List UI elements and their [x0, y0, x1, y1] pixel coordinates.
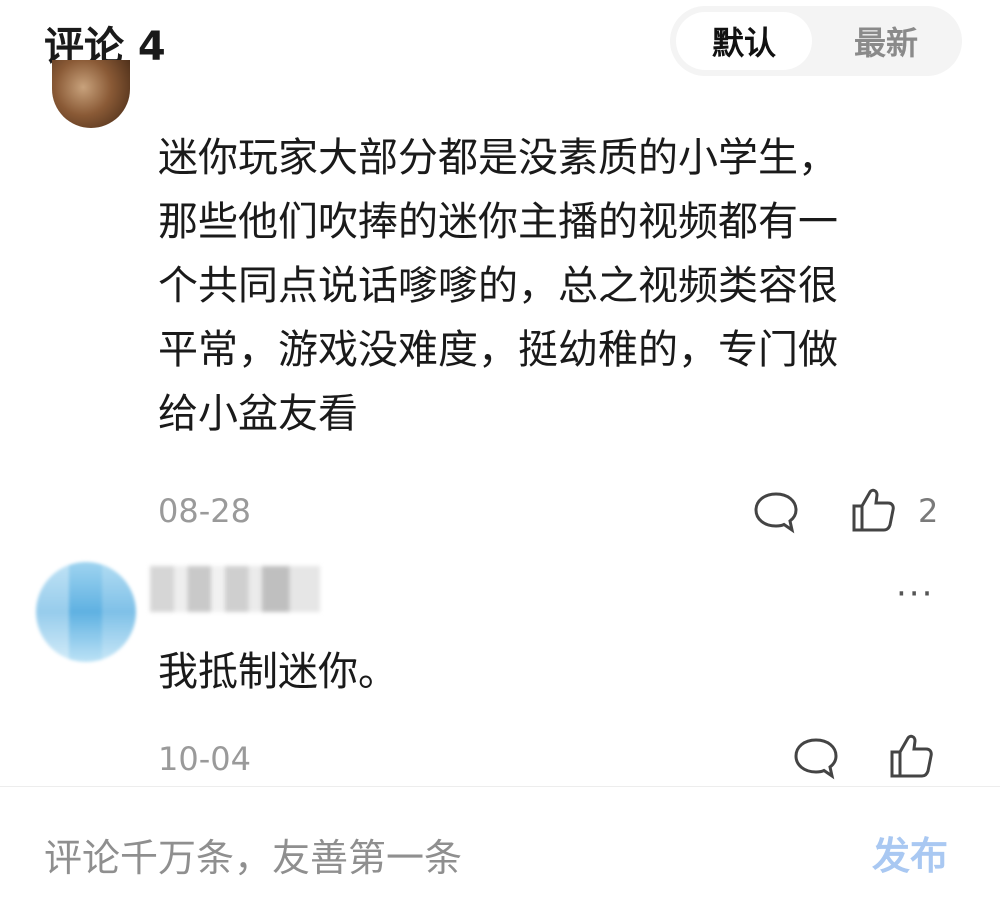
comment-input-bar: 评论千万条，友善第一条 发布 [0, 786, 1000, 907]
comment-text: 我抵制迷你。 [158, 649, 398, 695]
comment-date: 10-04 [158, 740, 251, 778]
avatar[interactable] [36, 562, 136, 662]
comment-input[interactable]: 评论千万条，友善第一条 [44, 827, 462, 882]
sort-toggle: 默认 最新 [670, 6, 962, 76]
comment-date: 08-28 [158, 492, 251, 530]
comment-text-line: 迷你玩家大部分都是没素质的小学生， [158, 135, 838, 181]
comment-text-line: 给小盆友看 [158, 391, 358, 437]
comment-text: 迷你玩家大部分都是没素质的小学生， 那些他们吹捧的迷你主播的视频都有一 个共同点… [158, 126, 938, 446]
sort-latest-button[interactable]: 最新 [816, 12, 956, 70]
username-blurred[interactable] [150, 566, 320, 612]
thumbs-up-icon[interactable] [886, 732, 936, 784]
reply-bubble-icon[interactable] [752, 490, 800, 538]
comment-text-line: 个共同点说话嗲嗲的，总之视频类容很 [158, 263, 838, 309]
comment-text-line: 那些他们吹捧的迷你主播的视频都有一 [158, 199, 838, 245]
comment-text-line: 平常，游戏没难度，挺幼稚的，专门做 [158, 327, 838, 373]
more-dots-icon[interactable]: ··· [896, 574, 934, 614]
thumbs-up-icon[interactable] [848, 486, 898, 538]
publish-button[interactable]: 发布 [872, 825, 948, 880]
reply-bubble-icon[interactable] [792, 736, 840, 784]
sort-default-button[interactable]: 默认 [676, 12, 812, 70]
avatar[interactable] [52, 60, 130, 128]
like-count: 2 [918, 492, 939, 530]
